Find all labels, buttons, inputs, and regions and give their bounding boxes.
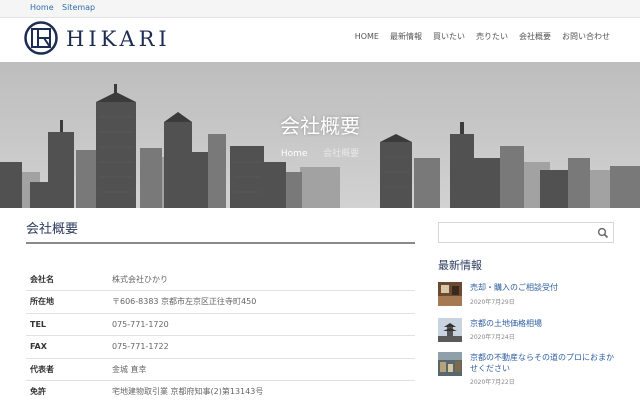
topbar-home-link[interactable]: Home — [30, 3, 54, 12]
news-date: 2020年7月29日 — [470, 299, 515, 306]
news-item[interactable]: 京都の土地価格相場 2020年7月24日 — [438, 318, 614, 350]
news-thumbnail-town[interactable] — [438, 352, 462, 376]
table-row: FAX 075-771-1722 — [26, 336, 415, 358]
news-thumbnail-pagoda[interactable] — [438, 318, 462, 342]
logo-text: HIKARI — [66, 27, 171, 51]
main-content: 会社概要 会社名 株式会社ひかり 所在地 〒606-8383 京都市左京区正往寺… — [26, 218, 415, 396]
hero-title: 会社概要 — [280, 114, 360, 138]
table-row: 所在地 〒606-8383 京都市左京区正往寺町450 — [26, 291, 415, 313]
breadcrumb-home-link[interactable]: Home — [281, 149, 308, 159]
row-label: 会社名 — [30, 274, 54, 284]
row-value: 金城 直幸 — [112, 364, 147, 374]
news-title[interactable]: 売却・購入のご相談受付 — [470, 282, 614, 293]
table-row: 会社名 株式会社ひかり — [26, 268, 415, 291]
search-box — [438, 222, 614, 243]
top-utility-bar: Home Sitemap — [0, 0, 640, 18]
row-label: FAX — [30, 342, 47, 352]
table-row: TEL 075-771-1720 — [26, 313, 415, 336]
site-header: HIKARI HOME 最新情報 買いたい 売りたい 会社概要 お問い合わせ — [0, 18, 640, 62]
breadcrumb-separator: › — [313, 149, 318, 159]
site-logo[interactable]: HIKARI — [24, 21, 184, 59]
hero-banner: 会社概要 Home › 会社概要 — [0, 62, 640, 208]
row-label: TEL — [30, 319, 47, 329]
news-date: 2020年7月24日 — [470, 334, 515, 341]
table-row: 免許 宅地建物取引業 京都府知事(2)第13143号 — [26, 381, 415, 400]
breadcrumb-current: 会社概要 — [323, 149, 360, 159]
nav-item-buy[interactable]: 買いたい — [433, 31, 465, 43]
nav-item-sell[interactable]: 売りたい — [476, 31, 508, 43]
row-label: 免許 — [30, 387, 46, 397]
sidebar-heading: 最新情報 — [438, 259, 482, 272]
topbar-sitemap-link[interactable]: Sitemap — [62, 3, 95, 12]
row-value: 宅地建物取引業 京都府知事(2)第13143号 — [112, 387, 264, 397]
table-row: 代表者 金城 直幸 — [26, 358, 415, 381]
nav-item-company[interactable]: 会社概要 — [519, 31, 551, 43]
logo-mark-icon — [24, 21, 58, 55]
news-date: 2020年7月22日 — [470, 379, 515, 386]
search-input[interactable] — [439, 223, 589, 242]
news-title[interactable]: 京都の不動産ならその道のプロにおまかせください — [470, 352, 614, 374]
page-title: 会社概要 — [26, 218, 415, 244]
row-value: 075-771-1720 — [112, 319, 169, 329]
breadcrumb: Home › 会社概要 — [0, 146, 640, 159]
row-value: 株式会社ひかり — [112, 274, 168, 284]
row-value: 075-771-1722 — [112, 342, 169, 352]
search-icon[interactable] — [597, 227, 609, 239]
news-item[interactable]: 京都の不動産ならその道のプロにおまかせください 2020年7月22日 — [438, 352, 614, 386]
news-title[interactable]: 京都の土地価格相場 — [470, 318, 614, 329]
row-label: 代表者 — [30, 364, 54, 374]
row-label: 所在地 — [30, 297, 54, 307]
nav-item-news[interactable]: 最新情報 — [390, 31, 422, 43]
company-info-table: 会社名 株式会社ひかり 所在地 〒606-8383 京都市左京区正往寺町450 … — [26, 268, 415, 400]
news-item[interactable]: 売却・購入のご相談受付 2020年7月29日 — [438, 282, 614, 314]
nav-item-contact[interactable]: お問い合わせ — [562, 31, 610, 43]
row-value: 〒606-8383 京都市左京区正往寺町450 — [112, 297, 257, 307]
news-thumbnail-room[interactable] — [438, 282, 462, 306]
nav-item-home[interactable]: HOME — [355, 31, 379, 43]
main-nav: HOME 最新情報 買いたい 売りたい 会社概要 お問い合わせ — [344, 31, 610, 43]
